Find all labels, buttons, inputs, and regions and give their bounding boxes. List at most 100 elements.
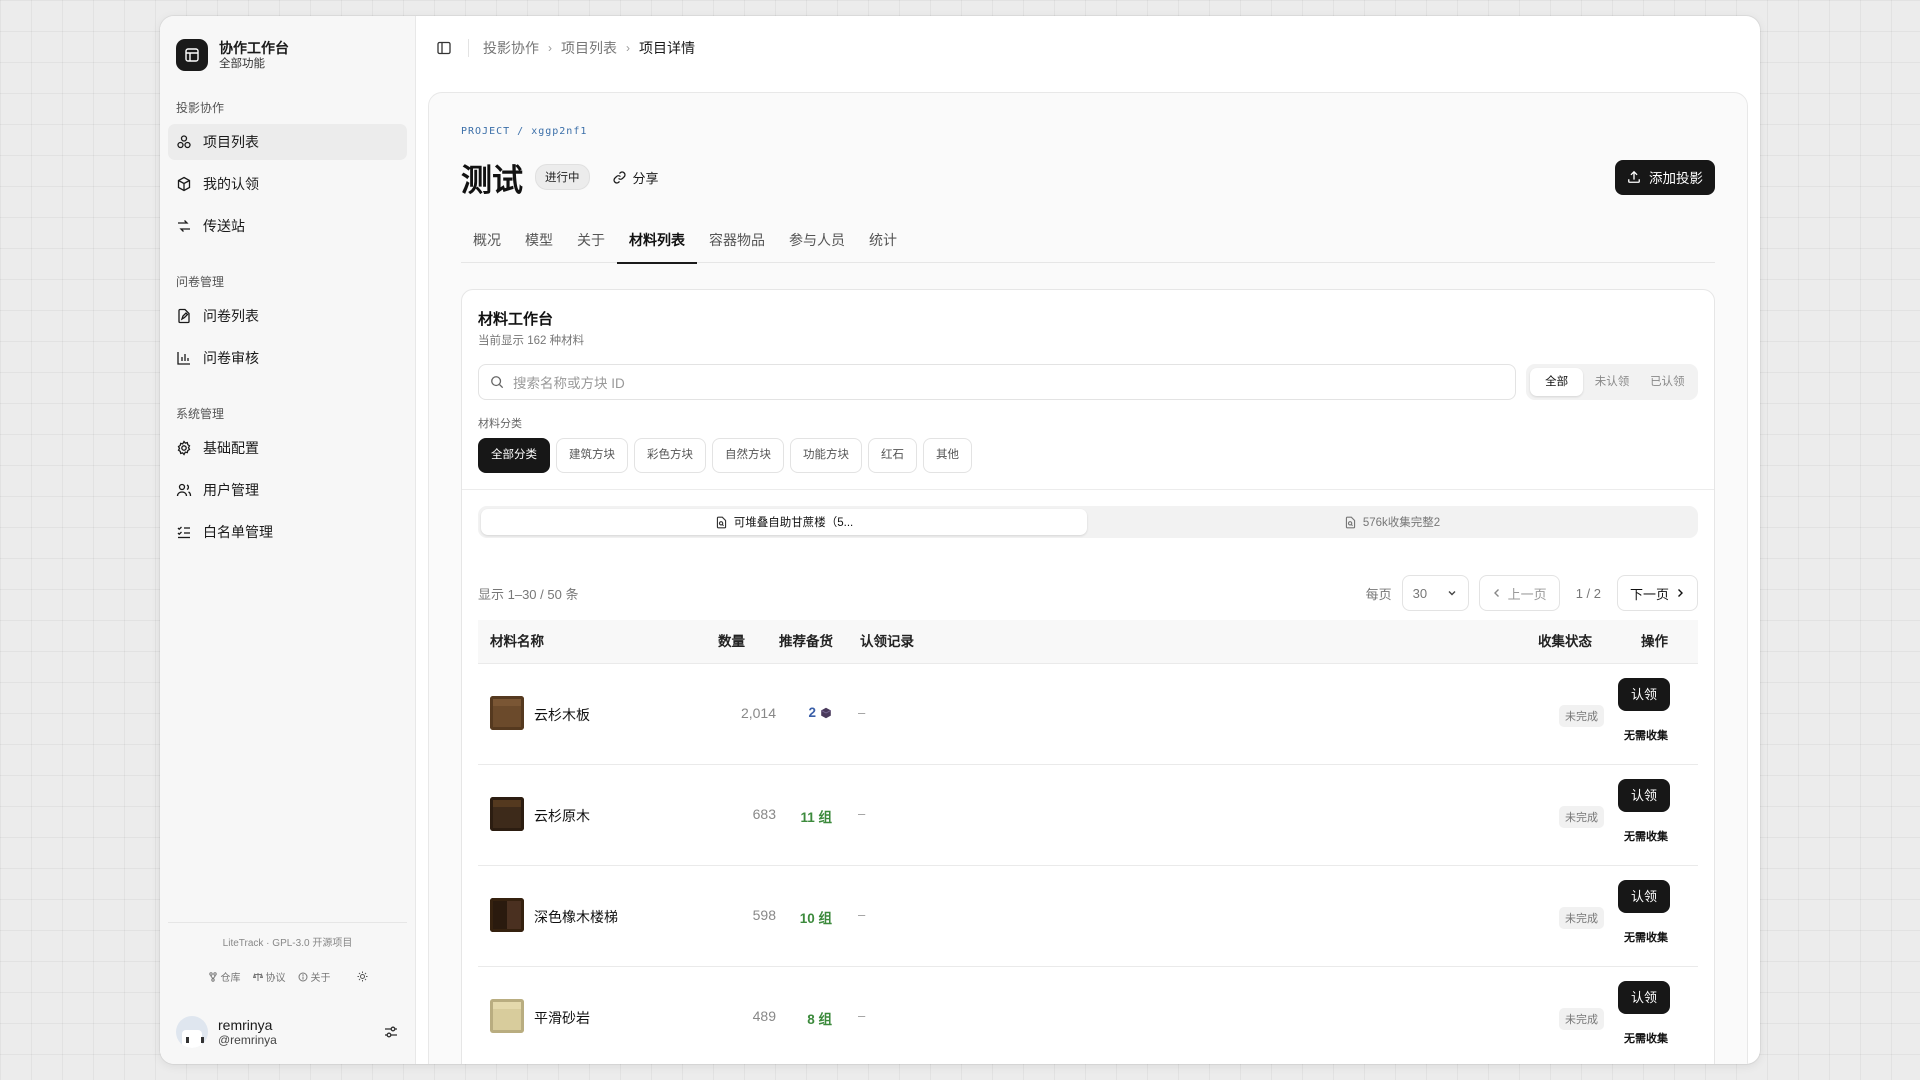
projection-group-label: 可堆叠自助甘蔗楼（5...: [733, 517, 854, 529]
file-edit-icon: [178, 308, 190, 324]
next-page-button[interactable]: 下一页: [1616, 575, 1698, 611]
column-header: 操作: [1641, 634, 1668, 649]
breadcrumb-item[interactable]: 项目列表: [561, 38, 617, 58]
cluster-icon: [177, 135, 191, 149]
sidebar-item-label: 项目列表: [203, 134, 259, 150]
sidebar-item-survey-review[interactable]: 问卷审核: [168, 340, 407, 376]
sidebar-item-basic-config[interactable]: 基础配置: [168, 430, 407, 466]
link-icon: [612, 170, 626, 184]
table-row: 云杉原木 683 11 组 – 未完成 认领 无需收集: [478, 765, 1698, 866]
tab-participants[interactable]: 参与人员: [777, 229, 857, 263]
no-collect-button[interactable]: 无需收集: [1624, 1030, 1668, 1046]
filter-unclaimed[interactable]: 未认领: [1585, 368, 1638, 396]
projection-group-label: 576k收集完整2: [1362, 517, 1441, 529]
tab-containers[interactable]: 容器物品: [697, 229, 777, 263]
category-label: 材料分类: [478, 418, 522, 430]
share-button[interactable]: 分享: [612, 168, 659, 187]
sidebar-item-project-list[interactable]: 项目列表: [168, 124, 407, 160]
theme-toggle[interactable]: [357, 971, 368, 982]
tab-about[interactable]: 关于: [565, 229, 617, 263]
projection-group-tab[interactable]: 可堆叠自助甘蔗楼（5...: [481, 509, 1087, 535]
sidebar-item-label: 传送站: [203, 218, 245, 234]
shulker-box-icon: [821, 707, 831, 718]
category-other[interactable]: 其他: [923, 438, 972, 473]
sliders-icon[interactable]: [383, 1024, 399, 1040]
column-header: 认领记录: [860, 634, 914, 649]
sidebar-item-user-management[interactable]: 用户管理: [168, 472, 407, 508]
chevron-right-icon: ›: [626, 41, 630, 55]
table-row: 云杉木板 2,014 2 – 未完成 认领 无需收集: [478, 664, 1698, 765]
sidebar-links: 仓库 协议 关于: [168, 969, 407, 984]
recommend-value: 2: [808, 705, 816, 720]
search-icon: [491, 376, 504, 389]
bar-chart-icon: [177, 352, 190, 365]
category-building[interactable]: 建筑方块: [556, 438, 628, 473]
claim-button[interactable]: 认领: [1618, 678, 1670, 711]
tab-overview[interactable]: 概况: [461, 229, 513, 263]
claim-button[interactable]: 认领: [1618, 779, 1670, 812]
topbar: 投影协作 › 项目列表 › 项目详情: [416, 16, 1760, 80]
block-icon: [490, 999, 524, 1033]
material-qty: 683: [752, 806, 776, 822]
brand-title: 协作工作台: [219, 39, 289, 56]
repo-link[interactable]: 仓库: [208, 969, 241, 984]
nav-heading: 问卷管理: [176, 275, 225, 289]
column-header[interactable]: 材料名称: [490, 620, 544, 664]
breadcrumb-item[interactable]: 投影协作: [483, 38, 539, 58]
workbench-subtitle: 当前显示 162 种材料: [478, 335, 585, 347]
per-page-select[interactable]: 30: [1401, 575, 1469, 611]
filter-all[interactable]: 全部: [1530, 368, 1584, 396]
block-icon: [490, 797, 524, 831]
sidebar-item-whitelist[interactable]: 白名单管理: [168, 514, 407, 550]
user-profile[interactable]: remrinya @remrinya: [176, 1014, 399, 1050]
category-all[interactable]: 全部分类: [478, 438, 550, 473]
status-badge: 未完成: [1559, 705, 1604, 727]
sidebar-item-survey-list[interactable]: 问卷列表: [168, 298, 407, 334]
sidebar-item-label: 我的认领: [203, 176, 259, 192]
sidebar-item-my-claims[interactable]: 我的认领: [168, 166, 407, 202]
chevron-right-icon: ›: [548, 41, 552, 55]
sidebar-toggle-icon[interactable]: [436, 40, 452, 56]
no-collect-button[interactable]: 无需收集: [1624, 727, 1668, 743]
file-search-icon: [716, 516, 726, 528]
sidebar-item-teleport[interactable]: 传送站: [168, 208, 407, 244]
pagination-bar: 显示 1–30 / 50 条 每页 30 上一页 1 / 2 下一页: [478, 575, 1698, 611]
filter-claimed[interactable]: 已认领: [1641, 368, 1694, 396]
claim-button[interactable]: 认领: [1618, 981, 1670, 1014]
nav-section-system: 系统管理 基础配置 用户管理 白名单管理: [160, 404, 415, 556]
nav-heading: 投影协作: [176, 101, 225, 115]
status-badge: 未完成: [1559, 806, 1604, 828]
layout-icon: [176, 39, 208, 71]
claim-button[interactable]: 认领: [1618, 880, 1670, 913]
status-badge: 未完成: [1559, 1008, 1604, 1030]
no-collect-button[interactable]: 无需收集: [1624, 929, 1668, 945]
brand[interactable]: 协作工作台 全部功能: [160, 16, 415, 78]
category-natural[interactable]: 自然方块: [712, 438, 784, 473]
column-header[interactable]: 数量: [718, 620, 745, 664]
license-link[interactable]: 协议: [252, 969, 286, 984]
prev-page-button[interactable]: 上一页: [1478, 575, 1560, 611]
tab-model[interactable]: 模型: [513, 229, 565, 263]
tab-stats[interactable]: 统计: [857, 229, 909, 263]
page-title: 测试: [461, 162, 523, 198]
cube-icon: [177, 176, 191, 192]
about-link-label: 关于: [310, 973, 331, 984]
projection-group-tab[interactable]: 576k收集完整2: [1089, 509, 1695, 535]
user-name: remrinya: [218, 1017, 273, 1033]
no-collect-button[interactable]: 无需收集: [1624, 828, 1668, 844]
claim-record: –: [858, 806, 866, 821]
column-header[interactable]: 推荐备货: [779, 620, 833, 664]
category-redstone[interactable]: 红石: [868, 438, 917, 473]
tab-materials[interactable]: 材料列表: [617, 229, 697, 264]
per-page-label: 每页: [1365, 586, 1392, 602]
about-link[interactable]: 关于: [298, 969, 331, 984]
upload-icon: [1628, 170, 1640, 183]
category-functional[interactable]: 功能方块: [790, 438, 862, 473]
claim-record: –: [858, 705, 866, 720]
prev-page-label: 上一页: [1507, 586, 1547, 602]
add-projection-button[interactable]: 添加投影: [1615, 159, 1715, 195]
share-label: 分享: [632, 170, 659, 186]
category-colored[interactable]: 彩色方块: [634, 438, 706, 473]
search-input[interactable]: 搜索名称或方块 ID: [478, 364, 1516, 400]
recommend-stock: 11 组: [800, 806, 832, 826]
